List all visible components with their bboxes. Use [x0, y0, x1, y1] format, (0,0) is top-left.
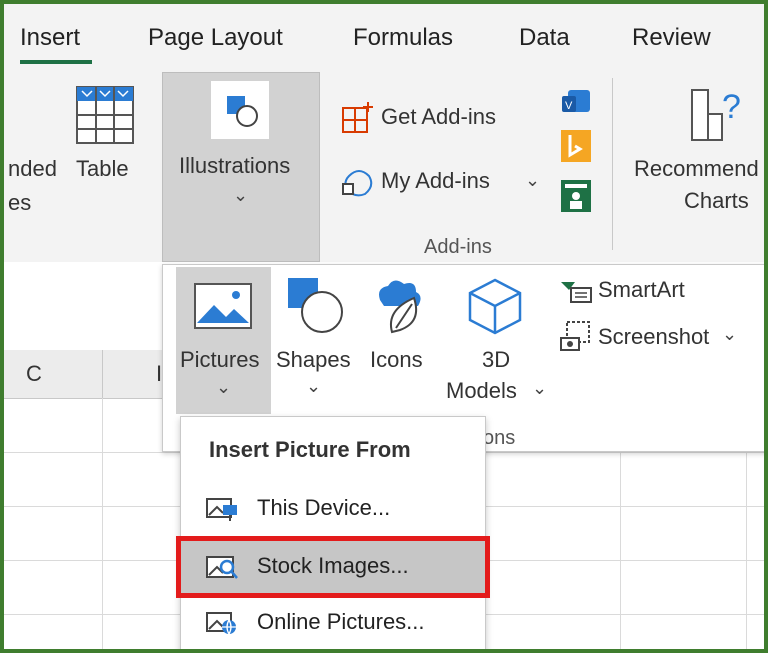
recommended-charts-label-1[interactable]: Recommend — [634, 156, 759, 182]
shapes-chevron-icon[interactable]: ⌄ — [306, 376, 321, 397]
screenshot-icon[interactable] — [559, 320, 591, 352]
partial-button-label-bottom[interactable]: es — [8, 190, 31, 216]
screenshot-chevron-icon[interactable]: ⌄ — [722, 324, 737, 345]
illustrations-group-label-partial: ons — [483, 427, 516, 449]
online-pictures-label: Online Pictures... — [257, 609, 425, 634]
pictures-label: Pictures — [180, 347, 260, 372]
online-pictures-menu-item[interactable]: Online Pictures... — [181, 597, 485, 649]
ribbon: Insert Page Layout Formulas Data Review … — [4, 4, 764, 262]
grid-line — [746, 452, 747, 649]
chevron-down-icon: ⌄ — [233, 185, 249, 205]
tab-insert[interactable]: Insert — [20, 24, 80, 52]
shapes-label[interactable]: Shapes — [276, 347, 351, 373]
insert-picture-menu-title: Insert Picture From — [209, 437, 411, 462]
get-addins-label[interactable]: Get Add-ins — [381, 104, 496, 130]
pictures-icon — [194, 283, 252, 329]
illustrations-button[interactable]: Illustrations ⌄ — [162, 72, 320, 262]
svg-text:?: ? — [722, 88, 741, 126]
partial-button-label-top[interactable]: nded — [8, 156, 57, 182]
screenshot-label[interactable]: Screenshot — [598, 324, 709, 350]
3d-models-label-1[interactable]: 3D — [482, 347, 510, 373]
stock-images-label: Stock Images... — [257, 553, 409, 578]
bing-icon[interactable] — [561, 130, 591, 162]
column-header-c[interactable]: C — [26, 361, 42, 387]
pictures-button[interactable]: Pictures ⌄ — [176, 267, 271, 414]
table-button-label[interactable]: Table — [76, 156, 129, 182]
stock-images-icon — [206, 556, 238, 579]
tab-review[interactable]: Review — [632, 24, 711, 52]
people-graph-icon[interactable] — [561, 180, 591, 212]
stock-images-menu-item[interactable]: Stock Images... — [176, 536, 490, 598]
this-device-label: This Device... — [257, 495, 391, 520]
tab-data[interactable]: Data — [519, 24, 570, 52]
pictures-chevron-icon: ⌄ — [216, 377, 232, 397]
3d-models-label-2[interactable]: Models — [446, 378, 517, 404]
my-addins-icon[interactable] — [341, 164, 377, 198]
svg-text:V: V — [565, 100, 573, 112]
addins-group-label: Add-ins — [424, 236, 492, 258]
column-divider — [102, 350, 103, 398]
online-pictures-icon — [206, 612, 236, 636]
my-addins-label[interactable]: My Add-ins — [381, 168, 490, 194]
group-separator — [612, 78, 613, 250]
smartart-icon[interactable] — [559, 278, 593, 304]
illustrations-icon-bg — [211, 81, 269, 139]
my-addins-chevron-icon[interactable]: ⌄ — [525, 170, 540, 191]
insert-picture-menu: Insert Picture From This Device... Stock… — [176, 416, 490, 649]
recommended-charts-label-2[interactable]: Charts — [684, 188, 749, 214]
this-device-icon — [206, 498, 237, 521]
table-icon[interactable] — [76, 86, 134, 144]
illustrations-icon — [227, 96, 258, 127]
screenshot-frame: Insert Page Layout Formulas Data Review … — [0, 0, 768, 653]
this-device-menu-item[interactable]: This Device... — [181, 483, 485, 535]
shapes-icon[interactable] — [286, 276, 346, 336]
smartart-label[interactable]: SmartArt — [598, 277, 685, 303]
grid-line — [620, 452, 621, 649]
icons-label[interactable]: Icons — [370, 347, 423, 373]
get-addins-icon[interactable] — [341, 100, 375, 134]
illustrations-label: Illustrations — [179, 153, 291, 178]
active-tab-underline — [20, 60, 92, 64]
tab-page-layout[interactable]: Page Layout — [148, 24, 283, 52]
3d-models-icon[interactable] — [466, 276, 524, 336]
visio-addin-icon[interactable]: V — [560, 86, 592, 116]
icons-icon[interactable] — [370, 274, 432, 336]
tab-formulas[interactable]: Formulas — [353, 24, 453, 52]
3d-models-chevron-icon[interactable]: ⌄ — [532, 378, 547, 399]
recommended-charts-icon[interactable]: ? — [688, 84, 748, 144]
